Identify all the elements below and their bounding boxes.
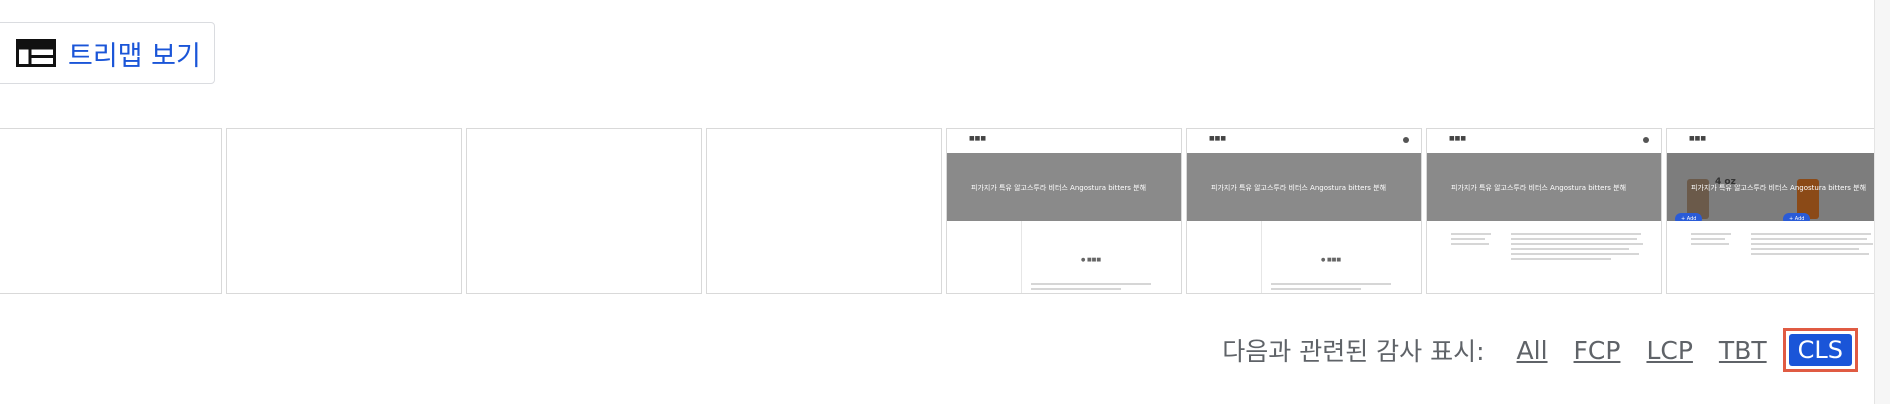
frame-title: 피가지가 특유 알고스투라 비터스 Angostura bitters 분해 [1211, 184, 1387, 192]
filter-fcp-link[interactable]: FCP [1574, 336, 1621, 365]
filter-all-link[interactable]: All [1517, 336, 1548, 365]
audit-filter: 다음과 관련된 감사 표시: All FCP LCP TBT CLS [0, 328, 1874, 372]
add-product-button: + Add [1783, 213, 1811, 221]
filmstrip-frame-8: ■■■ 4 oz 피가지가 특유 알고스투라 비터스 Angostura bit… [1666, 128, 1874, 294]
filmstrip-frame-6: ■■■ 피가지가 특유 알고스투라 비터스 Angostura bitters … [1186, 128, 1422, 294]
filter-tbt-link[interactable]: TBT [1719, 336, 1767, 365]
filmstrip-frame-7: ■■■ 피가지가 특유 알고스투라 비터스 Angostura bitters … [1426, 128, 1662, 294]
add-product-button: + Add [1675, 213, 1703, 221]
view-treemap-label: 트리맵 보기 [68, 40, 201, 72]
filmstrip-frame-3 [466, 128, 702, 294]
filmstrip: ■■■ 피가지가 특유 알고스투라 비터스 Angostura bitters … [0, 128, 1874, 296]
filter-lcp-link[interactable]: LCP [1646, 336, 1692, 365]
filmstrip-frame-1 [0, 128, 222, 294]
filmstrip-frame-5: ■■■ 피가지가 특유 알고스투라 비터스 Angostura bitters … [946, 128, 1182, 294]
frame-title: 피가지가 특유 알고스투라 비터스 Angostura bitters 분해 [1451, 184, 1627, 192]
view-treemap-button[interactable]: 트리맵 보기 [0, 22, 215, 84]
frame-title: 피가지가 특유 알고스투라 비터스 Angostura bitters 분해 [1691, 184, 1867, 192]
audit-filter-label: 다음과 관련된 감사 표시: [1222, 337, 1485, 366]
filmstrip-frame-4 [706, 128, 942, 294]
frame-title: 피가지가 특유 알고스투라 비터스 Angostura bitters 분해 [971, 184, 1147, 192]
treemap-icon [16, 39, 56, 67]
filmstrip-frame-2 [226, 128, 462, 294]
scrollbar-track[interactable] [1874, 0, 1890, 404]
filter-cls-highlight: CLS [1782, 328, 1858, 372]
filter-cls-button[interactable]: CLS [1788, 334, 1852, 366]
